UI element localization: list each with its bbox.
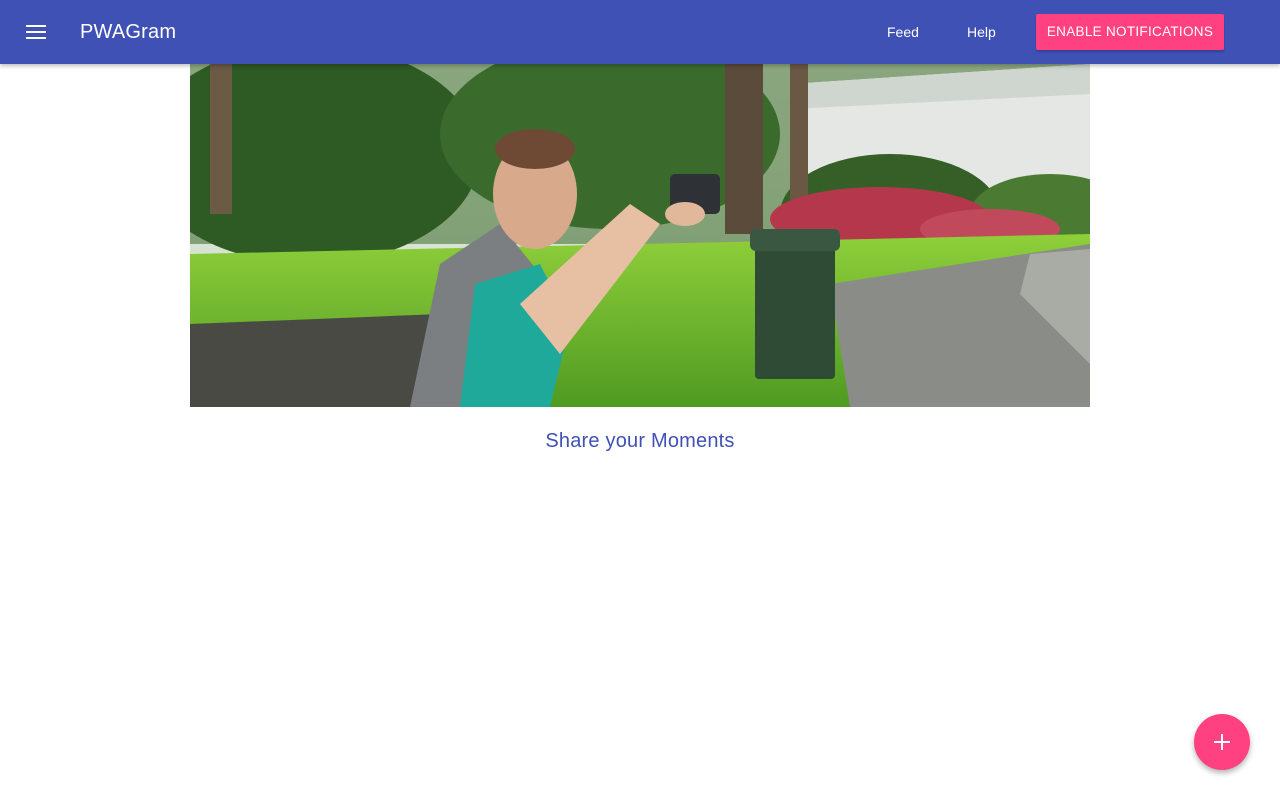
add-post-button[interactable] bbox=[1194, 714, 1250, 770]
enable-notifications-button[interactable]: ENABLE NOTIFICATIONS bbox=[1036, 14, 1224, 50]
nav-link-help[interactable]: Help bbox=[967, 22, 996, 42]
app-header: PWAGram Feed Help ENABLE NOTIFICATIONS bbox=[0, 0, 1280, 64]
nav-link-feed[interactable]: Feed bbox=[887, 22, 919, 42]
add-icon bbox=[1214, 734, 1230, 750]
app-root: PWAGram Feed Help ENABLE NOTIFICATIONS S… bbox=[0, 0, 1280, 801]
hero-image bbox=[190, 64, 1090, 407]
page-tagline: Share your Moments bbox=[545, 430, 735, 452]
menu-icon bbox=[26, 25, 46, 39]
hero-photo bbox=[190, 64, 1090, 407]
app-title: PWAGram bbox=[80, 21, 177, 43]
menu-button[interactable] bbox=[20, 16, 52, 48]
